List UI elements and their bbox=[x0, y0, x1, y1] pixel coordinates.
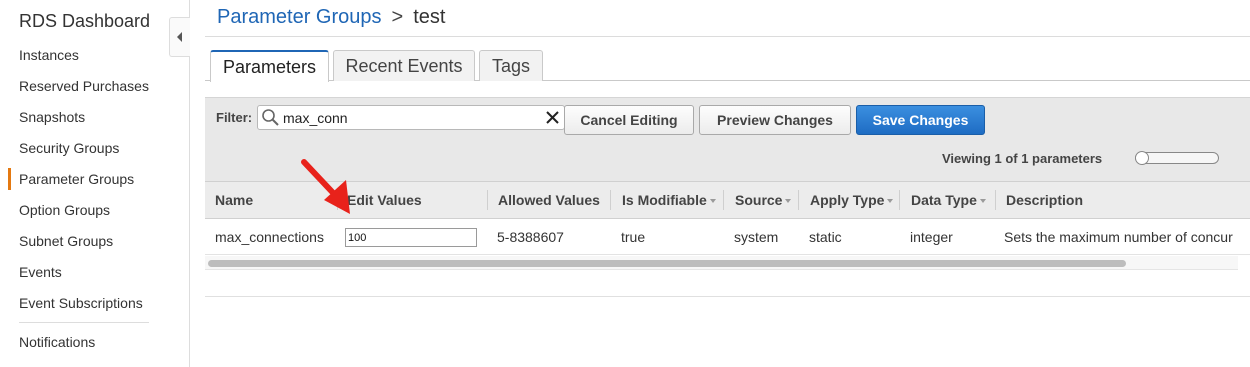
sort-caret-icon bbox=[709, 199, 716, 203]
column-divider bbox=[610, 190, 611, 210]
cell-data-type: integer bbox=[910, 229, 953, 245]
breadcrumb-current: test bbox=[413, 6, 446, 28]
column-divider bbox=[337, 190, 338, 210]
sidebar-nav: RDS Dashboard Instances Reserved Purchas… bbox=[0, 0, 190, 367]
column-header-name[interactable]: Name bbox=[215, 182, 253, 218]
sidebar-item-security-groups[interactable]: Security Groups bbox=[19, 140, 119, 156]
column-divider bbox=[723, 190, 724, 210]
header-divider bbox=[205, 36, 1250, 37]
cell-is-modifiable: true bbox=[621, 229, 646, 245]
column-header-edit-values[interactable]: Edit Values bbox=[347, 182, 422, 218]
edit-value-input[interactable] bbox=[345, 228, 477, 247]
sidebar-item-option-groups[interactable]: Option Groups bbox=[19, 202, 110, 218]
table-footer-divider bbox=[205, 296, 1250, 297]
column-header-apply-type[interactable]: Apply Type bbox=[810, 182, 894, 218]
filter-field[interactable] bbox=[257, 105, 565, 130]
cancel-editing-button[interactable]: Cancel Editing bbox=[564, 105, 694, 135]
breadcrumb: Parameter Groups > test bbox=[217, 6, 445, 29]
column-header-label: Source bbox=[735, 192, 783, 208]
column-header-allowed-values[interactable]: Allowed Values bbox=[498, 182, 600, 218]
table-row[interactable]: max_connections 5-8388607 true system st… bbox=[205, 219, 1250, 255]
sidebar-item-subnet-groups[interactable]: Subnet Groups bbox=[19, 233, 113, 249]
filter-input[interactable] bbox=[283, 108, 533, 127]
column-divider bbox=[995, 190, 996, 210]
sidebar-title[interactable]: RDS Dashboard bbox=[19, 11, 150, 32]
column-header-source[interactable]: Source bbox=[735, 182, 792, 218]
cell-source: system bbox=[734, 229, 779, 245]
sort-caret-icon bbox=[979, 199, 986, 203]
column-header-label: Description bbox=[1006, 192, 1084, 208]
column-header-data-type[interactable]: Data Type bbox=[911, 182, 986, 218]
sidebar-item-reserved-purchases[interactable]: Reserved Purchases bbox=[19, 78, 149, 94]
toolbar: Filter: Cancel Editing Preview Changes S… bbox=[205, 97, 1250, 181]
tab-tags[interactable]: Tags bbox=[479, 50, 543, 81]
sidebar-item-notifications[interactable]: Notifications bbox=[19, 334, 95, 350]
cell-allowed-values: 5-8388607 bbox=[497, 229, 564, 245]
sidebar-active-indicator bbox=[8, 168, 11, 190]
sidebar-item-instances[interactable]: Instances bbox=[19, 47, 79, 63]
sidebar-item-snapshots[interactable]: Snapshots bbox=[19, 109, 85, 125]
search-icon bbox=[262, 109, 279, 126]
column-divider bbox=[798, 190, 799, 210]
column-header-is-modifiable[interactable]: Is Modifiable bbox=[622, 182, 716, 218]
sidebar-item-parameter-groups[interactable]: Parameter Groups bbox=[19, 171, 134, 187]
close-icon[interactable] bbox=[545, 110, 560, 125]
cell-name: max_connections bbox=[215, 229, 324, 245]
column-divider bbox=[899, 190, 900, 210]
column-header-label: Apply Type bbox=[810, 192, 885, 208]
sidebar-collapse-button[interactable] bbox=[169, 17, 190, 57]
tab-recent-events[interactable]: Recent Events bbox=[333, 50, 475, 81]
save-changes-button[interactable]: Save Changes bbox=[856, 105, 985, 135]
column-header-label: Data Type bbox=[911, 192, 977, 208]
sort-caret-icon bbox=[785, 199, 792, 203]
column-divider bbox=[487, 190, 488, 210]
breadcrumb-separator: > bbox=[391, 6, 404, 28]
horizontal-scrollbar[interactable] bbox=[205, 256, 1238, 270]
breadcrumb-parameter-groups-link[interactable]: Parameter Groups bbox=[217, 6, 382, 28]
column-header-label: Allowed Values bbox=[498, 192, 600, 208]
sidebar-item-event-subscriptions[interactable]: Event Subscriptions bbox=[19, 295, 143, 311]
slider-handle[interactable] bbox=[1135, 151, 1149, 165]
sidebar-item-events[interactable]: Events bbox=[19, 264, 62, 280]
chevron-left-icon bbox=[177, 32, 182, 42]
preview-changes-button[interactable]: Preview Changes bbox=[699, 105, 851, 135]
sidebar-divider bbox=[19, 322, 149, 323]
column-header-label: Edit Values bbox=[347, 192, 422, 208]
column-width-slider[interactable] bbox=[1135, 151, 1219, 165]
parameters-table-header: Name Edit Values Allowed Values Is Modif… bbox=[205, 181, 1250, 219]
tab-parameters[interactable]: Parameters bbox=[210, 50, 329, 82]
filter-label: Filter: bbox=[216, 110, 253, 125]
column-header-label: Is Modifiable bbox=[622, 192, 707, 208]
scrollbar-thumb[interactable] bbox=[208, 260, 1126, 267]
sort-caret-icon bbox=[887, 199, 894, 203]
column-header-description[interactable]: Description bbox=[1006, 182, 1083, 218]
column-header-label: Name bbox=[215, 192, 254, 208]
cell-apply-type: static bbox=[809, 229, 842, 245]
cell-description: Sets the maximum number of concur bbox=[1004, 229, 1233, 245]
viewing-count-text: Viewing 1 of 1 parameters bbox=[942, 151, 1103, 166]
